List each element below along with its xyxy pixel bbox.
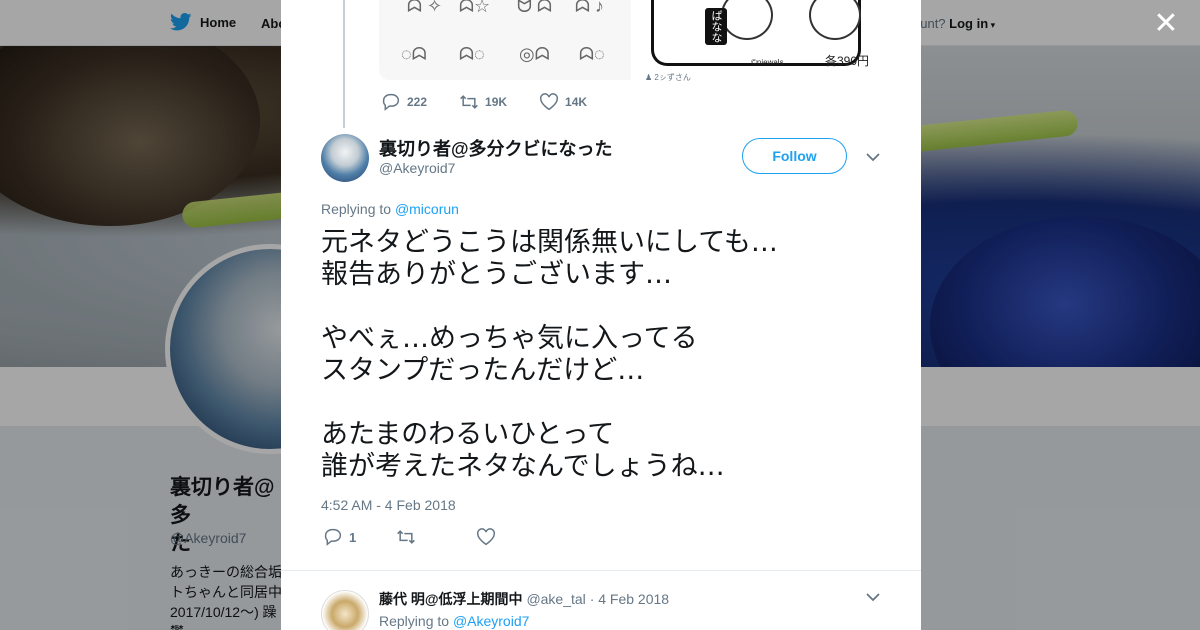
replying-to-link[interactable]: @Akeyroid7 bbox=[453, 613, 529, 629]
heart-icon bbox=[540, 93, 559, 111]
retweet-icon bbox=[397, 530, 416, 544]
divider bbox=[281, 570, 921, 571]
tweet-actions: 1 bbox=[323, 528, 536, 546]
reply-author-name[interactable]: 藤代 明@低浮上期間中 bbox=[379, 591, 523, 607]
tweet-author-handle[interactable]: @Akeyroid7 bbox=[379, 160, 455, 176]
doodle-glyph: ᗢ ᗣ bbox=[517, 0, 552, 16]
reply-action[interactable]: 1 bbox=[323, 528, 356, 546]
reply-count: 222 bbox=[407, 95, 428, 109]
tweet-author-avatar[interactable] bbox=[321, 134, 369, 182]
doodle-glyph: ᗣ◌ bbox=[579, 44, 605, 64]
like-action[interactable]: 14K bbox=[539, 93, 587, 111]
replying-prefix: Replying to bbox=[321, 201, 392, 217]
retweet-count: 19K bbox=[485, 95, 508, 109]
reply-icon bbox=[382, 93, 400, 111]
reply-replying-to-line: Replying to @Akeyroid7 bbox=[379, 613, 529, 629]
retweet-icon bbox=[460, 95, 478, 109]
thread-connector-line bbox=[343, 0, 345, 128]
like-action[interactable] bbox=[476, 528, 496, 546]
chevron-down-icon[interactable] bbox=[865, 589, 881, 605]
doodle-glyph: ◌ᗣ bbox=[401, 44, 427, 64]
reply-icon bbox=[324, 528, 342, 546]
chevron-down-icon[interactable] bbox=[865, 149, 881, 165]
reply-date[interactable]: · 4 Feb 2018 bbox=[590, 591, 669, 607]
price-label: 各390円 bbox=[824, 54, 869, 68]
tweet-timestamp[interactable]: 4:52 AM - 4 Feb 2018 bbox=[321, 497, 456, 513]
doodle-glyph: ᗣ◌ bbox=[459, 44, 485, 64]
previous-tweet-actions: 222 19K 14K bbox=[381, 93, 619, 111]
reply-count: 1 bbox=[349, 529, 357, 545]
heart-icon bbox=[477, 528, 496, 546]
retweet-action[interactable] bbox=[396, 528, 416, 546]
close-icon[interactable]: ✕ bbox=[1152, 9, 1180, 39]
sticker-sheet-image[interactable]: ᗣ ✧ ᗣ☆ ᗢ ᗣ ᗣ ♪ ◌ᗣ ᗣ◌ ◎ᗣ ᗣ◌ bbox=[379, 0, 631, 80]
reply-action[interactable]: 222 bbox=[381, 93, 427, 111]
reply-header: 藤代 明@低浮上期間中 @ake_tal · 4 Feb 2018 bbox=[379, 589, 669, 609]
sticker-product-image[interactable]: ぱなな ©niewals 各390円 ♟ 2ㇱずさん bbox=[641, 0, 875, 82]
doodle-glyph: ◎ᗣ bbox=[519, 44, 550, 64]
replying-to-link[interactable]: @micorun bbox=[395, 201, 459, 217]
tweet-text: 元ネタどうこうは関係無いにしても… 報告ありがとうございます… やべぇ…めっちゃ… bbox=[321, 227, 778, 482]
reply-author-avatar[interactable] bbox=[321, 590, 369, 630]
doodle-glyph: ᗣ ♪ bbox=[575, 0, 604, 16]
tweet-permalink-modal: ᗣ ✧ ᗣ☆ ᗢ ᗣ ᗣ ♪ ◌ᗣ ᗣ◌ ◎ᗣ ᗣ◌ ぱなな ©niewals … bbox=[281, 0, 921, 630]
replying-to-line: Replying to @micorun bbox=[321, 201, 459, 217]
follow-button[interactable]: Follow bbox=[742, 138, 847, 174]
reply-author-handle[interactable]: @ake_tal bbox=[526, 591, 585, 607]
maker-label: ©niewals bbox=[751, 58, 784, 67]
replying-prefix: Replying to bbox=[379, 613, 450, 629]
doodle-glyph: ᗣ ✧ bbox=[407, 0, 443, 16]
previous-tweet-media: ᗣ ✧ ᗣ☆ ᗢ ᗣ ᗣ ♪ ◌ᗣ ᗣ◌ ◎ᗣ ᗣ◌ ぱなな ©niewals … bbox=[379, 0, 875, 82]
doodle-glyph: ᗣ☆ bbox=[459, 0, 491, 16]
stamp-text: ぱなな bbox=[705, 8, 727, 45]
retweet-action[interactable]: 19K bbox=[459, 93, 507, 111]
credit-label: ♟ 2ㇱずさん bbox=[645, 73, 691, 82]
like-count: 14K bbox=[565, 95, 588, 109]
tweet-author-name[interactable]: 裏切り者@多分クビになった bbox=[379, 135, 613, 161]
